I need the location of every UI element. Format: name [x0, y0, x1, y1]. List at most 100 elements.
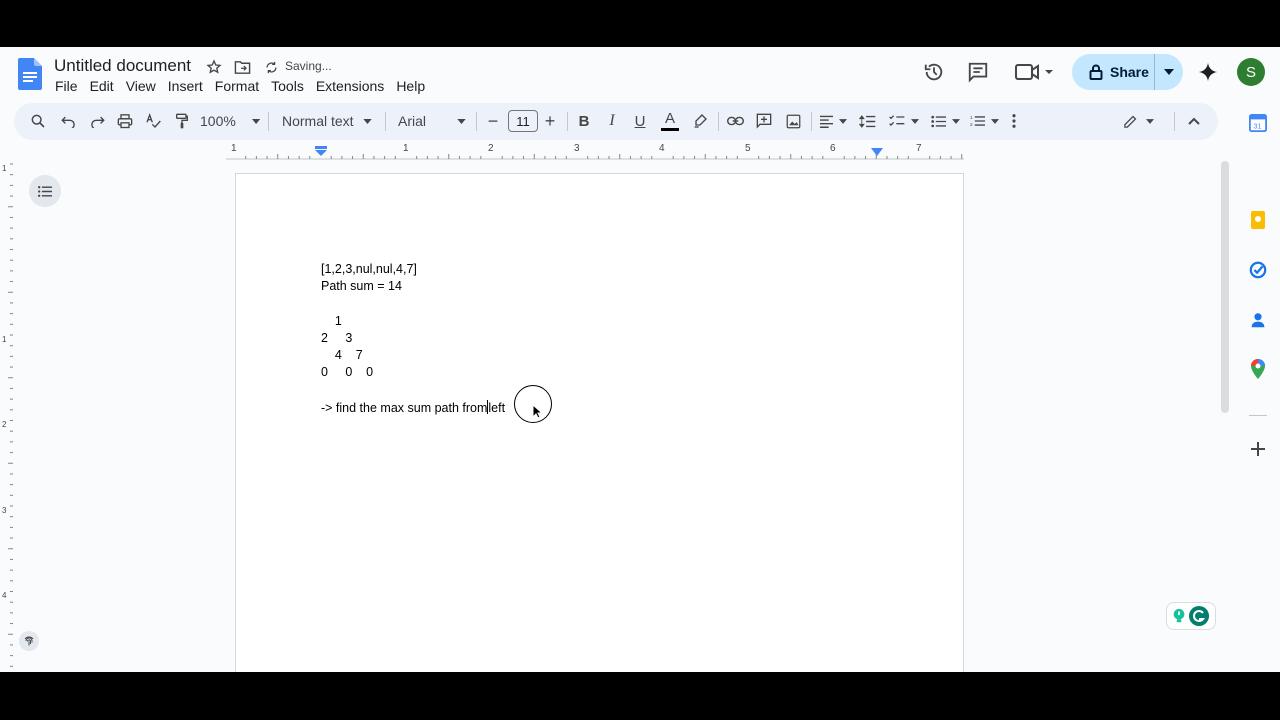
decrease-font-size-button[interactable]: −: [483, 108, 503, 134]
font-value: Arial: [398, 113, 427, 129]
move-folder-icon[interactable]: [231, 56, 253, 78]
collapse-icon[interactable]: [1182, 108, 1206, 134]
menu-tools[interactable]: Tools: [266, 78, 309, 98]
paint-format-icon[interactable]: [170, 108, 194, 134]
add-icon[interactable]: [1247, 438, 1269, 460]
zoom-select[interactable]: 100%: [200, 108, 260, 134]
chevron-down-icon: [990, 118, 999, 124]
bullet-list-select[interactable]: [927, 108, 963, 134]
calendar-icon[interactable]: 31: [1247, 112, 1269, 134]
doc-line: 2 3: [321, 331, 353, 345]
keep-icon[interactable]: [1247, 209, 1269, 231]
checklist-icon: [889, 115, 905, 126]
divider: [718, 112, 719, 131]
ruler-label: 3: [574, 143, 580, 154]
doc-line: 4 7: [321, 348, 363, 362]
edit-mode-select[interactable]: [1118, 108, 1158, 134]
star-icon[interactable]: [203, 56, 225, 78]
doc-line: [1,2,3,nul,nul,4,7]: [321, 262, 417, 276]
checklist-select[interactable]: [886, 108, 922, 134]
ruler-label: 5: [745, 143, 751, 154]
style-value: Normal text: [282, 113, 354, 129]
menu-extensions[interactable]: Extensions: [311, 78, 389, 98]
print-icon[interactable]: [113, 108, 137, 134]
meet-icon[interactable]: [1012, 59, 1056, 85]
numbered-list-select[interactable]: 12: [966, 108, 1002, 134]
increase-font-size-button[interactable]: +: [540, 108, 560, 134]
horizontal-ruler[interactable]: 1 1 2 3 4 5 6 7: [226, 143, 964, 160]
edit-mode-icon: [1123, 115, 1136, 128]
vruler-label: 3: [2, 506, 7, 515]
menu-bar: File Edit View Insert Format Tools Exten…: [55, 78, 432, 98]
share-main[interactable]: Share: [1072, 54, 1155, 90]
align-left-icon: [820, 115, 833, 128]
share-button[interactable]: Share: [1072, 54, 1183, 90]
text-color-glyph: A: [664, 109, 675, 127]
bold-button[interactable]: B: [573, 108, 595, 134]
vertical-ruler[interactable]: 1 1 2 3 4: [0, 159, 14, 672]
toolbar: 100% Normal text Arial − 11 + B I U A 1 …: [14, 103, 1218, 140]
italic-button[interactable]: I: [601, 108, 623, 134]
zoom-value: 100%: [200, 113, 236, 129]
link-icon[interactable]: [723, 108, 747, 134]
document-title[interactable]: Untitled document: [54, 56, 191, 76]
left-indent-marker[interactable]: [315, 146, 327, 156]
divider: [567, 112, 568, 131]
font-select[interactable]: Arial: [394, 108, 470, 134]
align-select[interactable]: [817, 108, 849, 134]
contacts-icon[interactable]: [1247, 309, 1269, 331]
chevron-down-icon: [1145, 118, 1154, 124]
side-panel: 31: [1237, 102, 1280, 672]
saving-status: Saving...: [285, 59, 332, 73]
font-size-input[interactable]: 11: [508, 110, 538, 132]
ruler-label: 1: [231, 143, 237, 154]
document-outline-button[interactable]: [29, 175, 61, 207]
menu-insert[interactable]: Insert: [163, 78, 208, 98]
chevron-down-icon: [457, 118, 466, 124]
underline-button[interactable]: U: [629, 108, 651, 134]
vruler-label: 1: [2, 164, 7, 173]
divider: [1249, 415, 1267, 416]
gemini-icon[interactable]: [1195, 59, 1221, 85]
maps-icon[interactable]: [1247, 358, 1269, 380]
mouse-pointer-icon: [532, 404, 542, 419]
chevron-down-icon: [363, 118, 372, 124]
divider: [811, 112, 812, 131]
document-page[interactable]: [1,2,3,nul,nul,4,7] Path sum = 14 1 2 3 …: [235, 173, 964, 672]
avatar[interactable]: S: [1237, 58, 1265, 86]
right-indent-marker[interactable]: [871, 148, 883, 156]
menu-edit[interactable]: Edit: [85, 78, 119, 98]
style-select[interactable]: Normal text: [278, 108, 376, 134]
assistant-widget[interactable]: [1166, 602, 1216, 630]
docs-logo[interactable]: [18, 58, 42, 90]
typed-text-after: left: [488, 401, 506, 415]
ruler-label: 1: [403, 143, 409, 154]
fingerprint-icon[interactable]: [19, 631, 39, 651]
tasks-icon[interactable]: [1247, 259, 1269, 281]
line-spacing-icon[interactable]: [855, 108, 879, 134]
add-comment-icon[interactable]: [752, 108, 776, 134]
menu-help[interactable]: Help: [391, 78, 430, 98]
highlighter-icon[interactable]: [688, 108, 712, 134]
image-icon[interactable]: [781, 108, 805, 134]
search-icon[interactable]: [26, 108, 50, 134]
share-label: Share: [1110, 64, 1149, 80]
lock-icon: [1089, 64, 1103, 80]
bullet-list-icon: [930, 115, 946, 127]
more-vert-icon[interactable]: [1004, 108, 1024, 134]
vertical-scrollbar[interactable]: [1221, 161, 1229, 413]
comment-icon[interactable]: [965, 59, 991, 85]
divider: [268, 112, 269, 131]
undo-icon[interactable]: [56, 108, 80, 134]
text-color-button[interactable]: A: [658, 108, 682, 134]
menu-view[interactable]: View: [121, 78, 161, 98]
ruler-label: 7: [916, 143, 922, 154]
menu-format[interactable]: Format: [210, 78, 264, 98]
share-dropdown[interactable]: [1155, 69, 1183, 75]
spellcheck-icon[interactable]: [141, 108, 165, 134]
history-icon[interactable]: [921, 59, 947, 85]
menu-file[interactable]: File: [55, 78, 83, 98]
doc-line-typing: -> find the max sum path fromleft: [321, 400, 505, 415]
svg-text:2: 2: [970, 122, 973, 128]
redo-icon[interactable]: [85, 108, 109, 134]
